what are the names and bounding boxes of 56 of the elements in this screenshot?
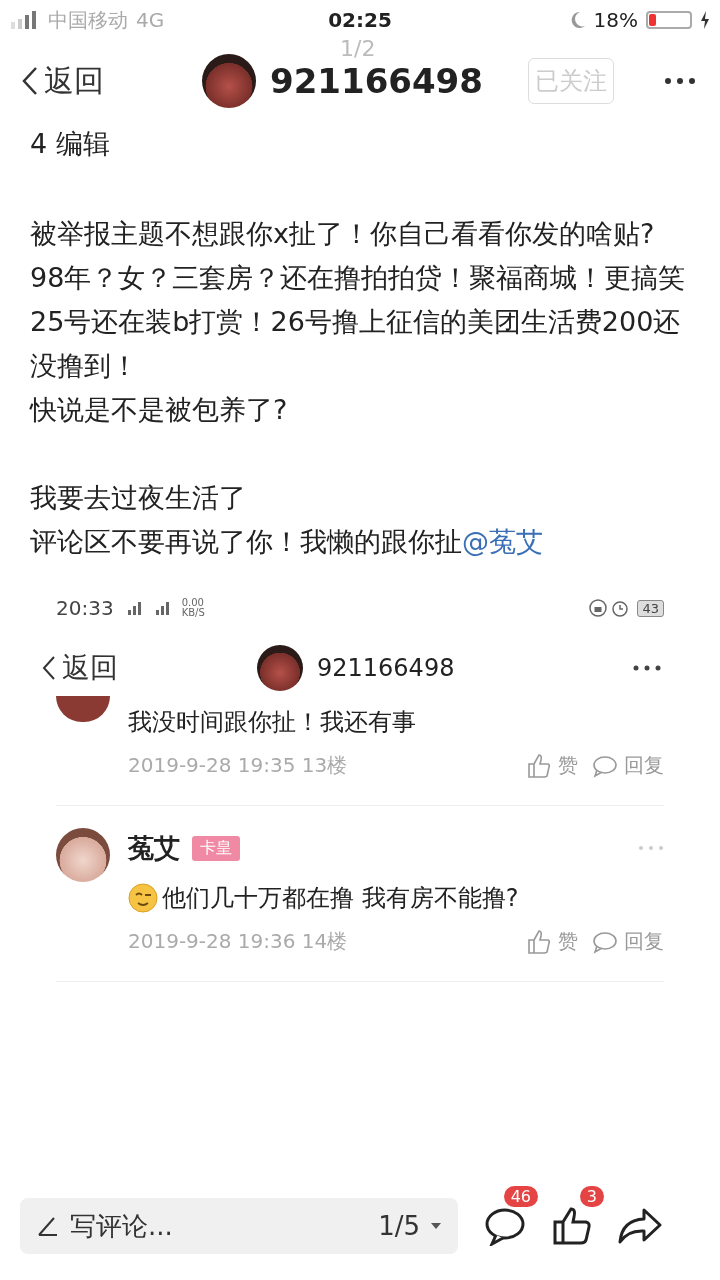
reply-button[interactable]: 回复 — [592, 752, 664, 779]
share-icon[interactable] — [618, 1207, 662, 1245]
charging-icon — [700, 11, 710, 29]
comment-text: 我没时间跟你扯！我还有事 — [128, 707, 416, 738]
moon-icon — [569, 11, 586, 29]
emoji-icon — [128, 883, 158, 913]
avatar[interactable] — [257, 645, 303, 691]
battery-icon — [646, 11, 692, 29]
username: 921166498 — [317, 654, 455, 682]
reply-button[interactable]: 回复 — [592, 928, 664, 955]
thumbs-up-icon — [526, 752, 552, 779]
avatar[interactable] — [202, 54, 256, 108]
comment-text: 他们几十万都在撸 我有房不能撸? — [162, 883, 519, 914]
speech-bubble-icon — [592, 929, 618, 954]
speech-bubble-icon — [592, 753, 618, 778]
network-type: 4G — [136, 8, 165, 32]
mention-link[interactable]: @菟艾 — [462, 526, 543, 557]
count-badge: 46 — [503, 1186, 538, 1207]
like-button[interactable]: 赞 — [526, 928, 578, 955]
like-icon[interactable] — [552, 1206, 592, 1246]
post-text: 快说是不是被包养了? — [30, 393, 289, 427]
battery-icon: 43 — [637, 599, 664, 617]
comment-meta: 2019-9-28 19:35 13楼 — [128, 752, 348, 779]
network-speed: 0.00 KB/S — [181, 598, 205, 618]
back-icon — [22, 66, 38, 96]
back-button[interactable]: 返回 — [42, 649, 257, 687]
post-text: 4 编辑 — [30, 127, 111, 161]
back-button[interactable]: 返回 — [22, 60, 192, 102]
clock: 02:25 — [328, 8, 392, 32]
post-text: 98年？女？三套房？还在撸拍拍贷！聚福商城！更搞笑25号还在装b打赏！26号撸上征信的美团生活费200还没撸到！ — [30, 261, 687, 383]
alarm-icon — [611, 599, 630, 617]
post-text: 评论区不要再说了你！我懒的跟你扯@菟艾 — [30, 525, 544, 559]
comment-icon[interactable] — [484, 1206, 526, 1246]
placeholder-text: 写评论... — [70, 1209, 173, 1243]
user-badge: 卡皇 — [192, 835, 240, 861]
username: 921166498 — [270, 61, 483, 101]
avatar[interactable] — [56, 828, 110, 882]
page-number[interactable]: 1/5 — [378, 1211, 420, 1241]
more-icon[interactable] — [632, 664, 662, 672]
page-indicator: 1/2 — [340, 36, 376, 61]
post-text: 被举报主题不想跟你x扯了！你自己看看你发的啥贴? — [30, 217, 656, 251]
avatar[interactable] — [56, 696, 110, 722]
lock-icon — [589, 599, 608, 617]
back-icon — [42, 655, 56, 681]
comment-author[interactable]: 菟艾 — [128, 830, 180, 866]
more-icon[interactable] — [664, 77, 696, 85]
carrier: 中国移动 — [48, 6, 128, 34]
thumbs-up-icon — [526, 928, 552, 955]
like-button[interactable]: 赞 — [526, 752, 578, 779]
count-badge: 3 — [579, 1186, 604, 1207]
clock: 20:33 — [56, 596, 114, 620]
comment-input[interactable]: 写评论... 1/5 — [20, 1198, 458, 1254]
battery-percent: 18% — [593, 8, 638, 32]
caret-icon[interactable] — [430, 1222, 442, 1230]
comment-meta: 2019-9-28 19:36 14楼 — [128, 928, 348, 955]
post-text: 我要去过夜生活了 — [30, 481, 247, 515]
